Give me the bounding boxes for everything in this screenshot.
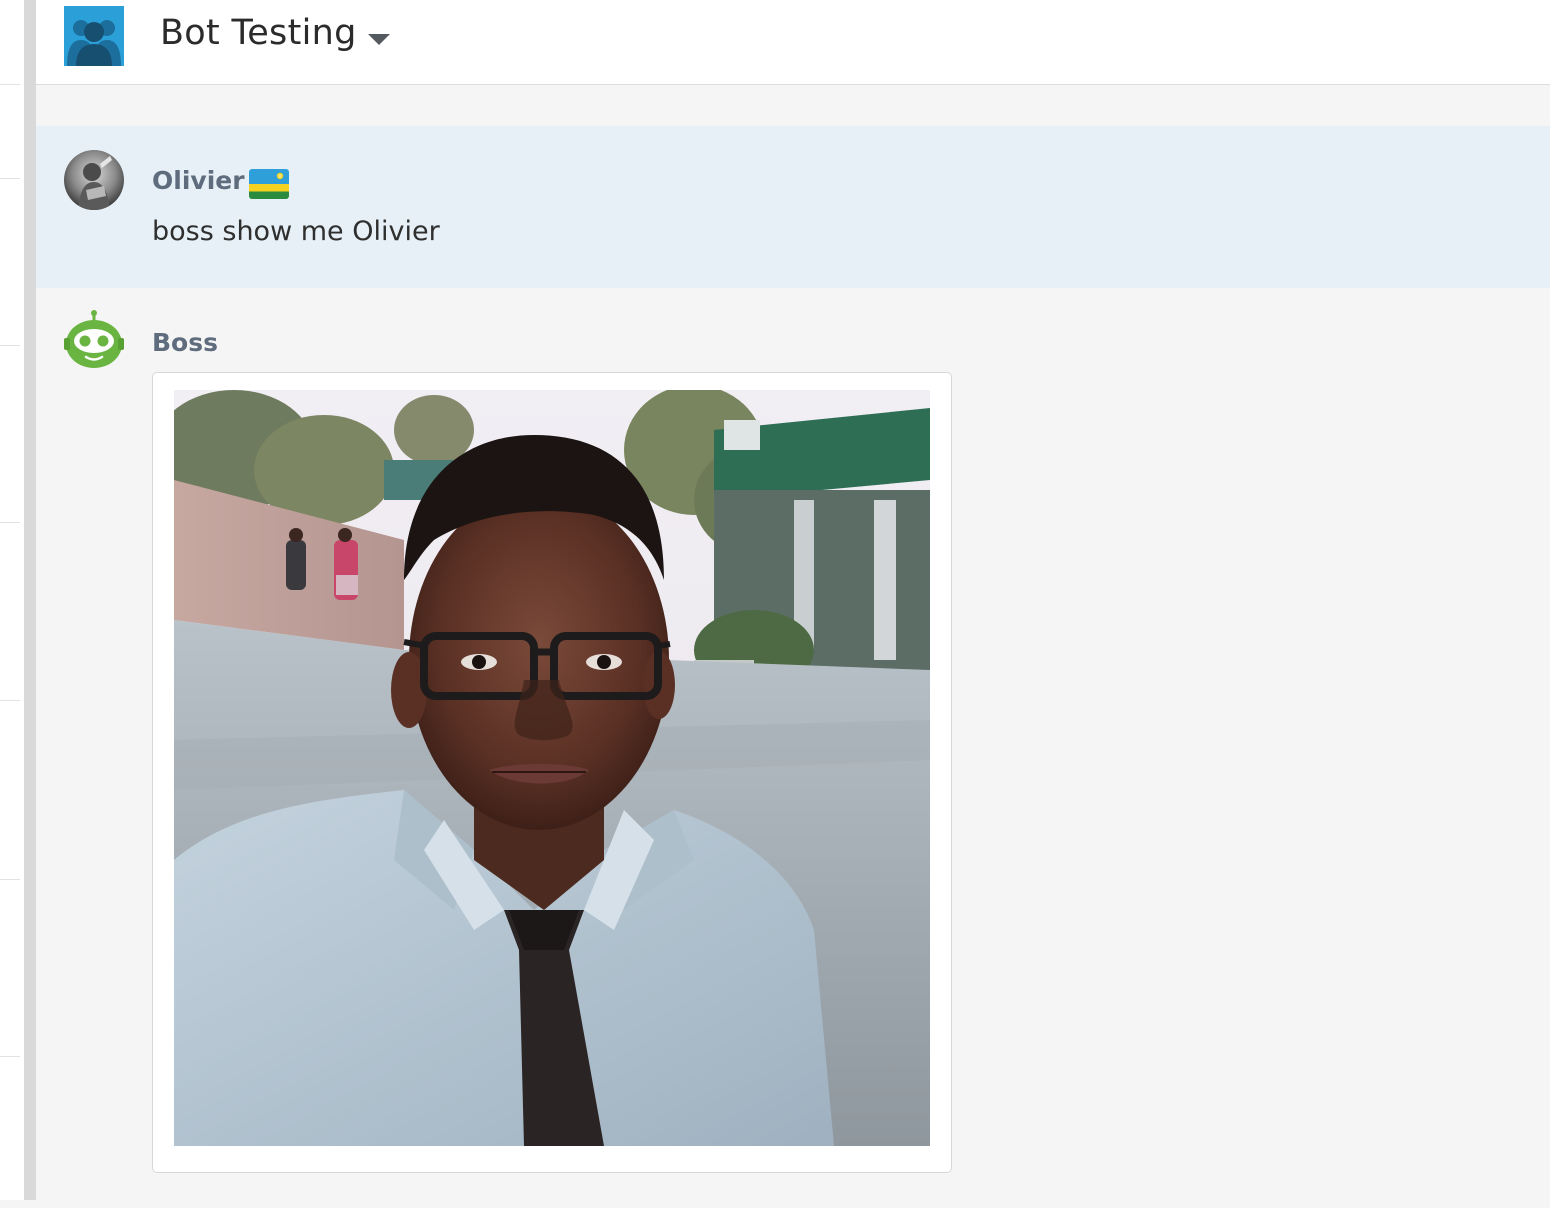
message-item: Boss <box>36 308 1550 1208</box>
group-users-icon[interactable] <box>64 6 124 66</box>
sidebar-divider <box>0 345 20 346</box>
sidebar-divider <box>0 84 20 85</box>
sidebar-divider <box>0 700 20 701</box>
sidebar-divider <box>0 522 20 523</box>
sidebar-divider <box>0 178 20 179</box>
message-author[interactable]: Olivier <box>152 166 245 195</box>
user-avatar[interactable] <box>64 150 124 210</box>
image-attachment[interactable] <box>152 372 952 1173</box>
sidebar-divider <box>0 1056 20 1057</box>
rwanda-flag-icon <box>249 169 289 199</box>
sidebar-divider <box>0 879 20 880</box>
room-header: Bot Testing <box>36 0 1550 85</box>
message-text: boss show me Olivier <box>152 216 440 247</box>
message-list: Olivier boss show me Olivier Boss <box>36 86 1550 1200</box>
sidebar-strip <box>0 0 24 1200</box>
sidebar-resize-handle[interactable] <box>24 0 36 1200</box>
room-title[interactable]: Bot Testing <box>160 13 357 53</box>
bot-avatar-icon[interactable] <box>64 310 124 370</box>
photo-image[interactable] <box>174 390 930 1146</box>
message-author[interactable]: Boss <box>152 328 218 357</box>
message-item: Olivier boss show me Olivier <box>36 126 1550 288</box>
caret-down-icon[interactable] <box>368 34 390 45</box>
